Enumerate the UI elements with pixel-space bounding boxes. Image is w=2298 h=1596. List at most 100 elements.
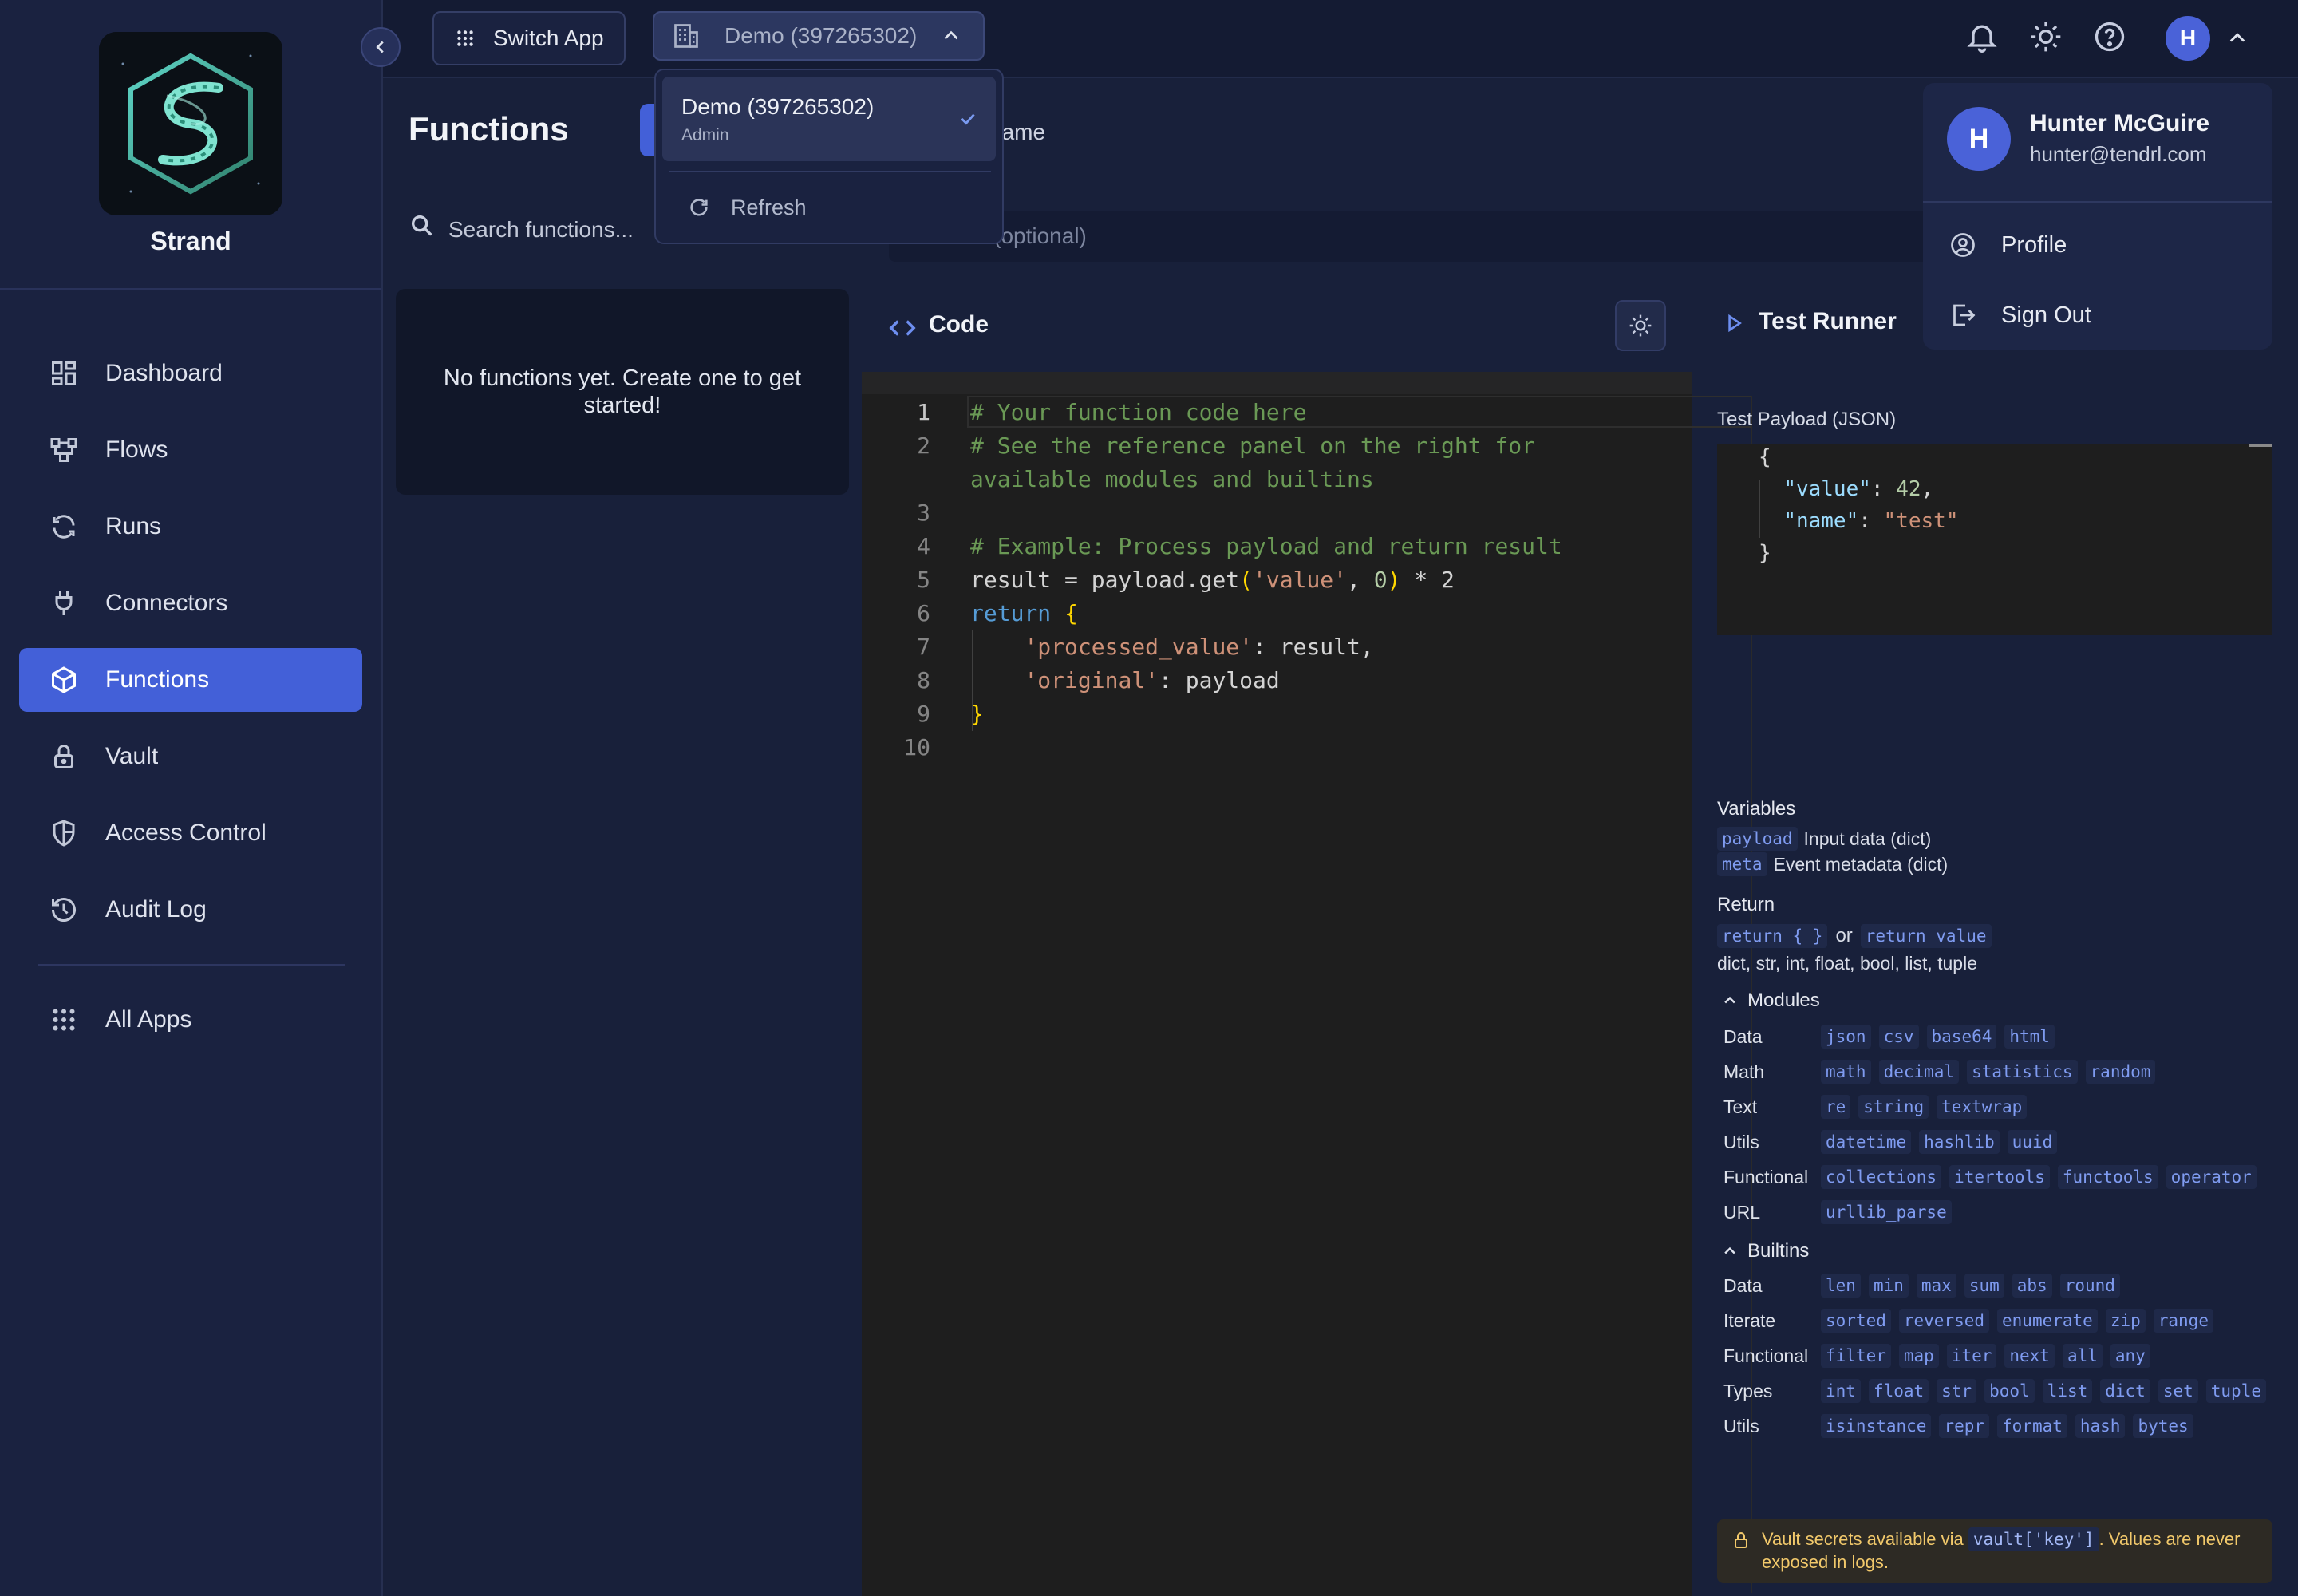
- sun-icon: [1629, 314, 1652, 337]
- reference-row-label: Iterate: [1724, 1310, 1776, 1331]
- reference-token: json: [1821, 1025, 1871, 1049]
- org-selector[interactable]: Demo (397265302): [653, 11, 985, 61]
- switch-app-button[interactable]: Switch App: [432, 11, 626, 65]
- sidebar-divider: [38, 964, 345, 966]
- reference-row: Data len min max sum abs round: [1724, 1274, 2276, 1298]
- payload-editor[interactable]: { "value": 42, "name": "test" }: [1717, 444, 2272, 635]
- history-icon: [52, 898, 76, 922]
- builtins-toggle[interactable]: Builtins: [1722, 1240, 1809, 1262]
- sidebar-item-vault[interactable]: Vault: [19, 725, 362, 788]
- builtins-title: Builtins: [1747, 1240, 1810, 1262]
- indent-guide: [972, 630, 973, 731]
- reference-token: int: [1821, 1379, 1861, 1403]
- grid-icon: [457, 30, 473, 46]
- reference-token: random: [2085, 1060, 2156, 1084]
- reference-token: uuid: [2007, 1130, 2058, 1154]
- reference-row-label: Math: [1724, 1061, 1765, 1082]
- avatar: H: [1947, 107, 2011, 171]
- return-token: return { }: [1717, 924, 1828, 948]
- line-number: 7: [917, 634, 930, 660]
- sidebar-item-runs[interactable]: Runs: [19, 495, 362, 559]
- variable-row: payload Input data (dict): [1717, 827, 1931, 851]
- payload-label: Test Payload (JSON): [1717, 409, 1897, 430]
- search-input[interactable]: [447, 203, 657, 257]
- reference-token: html: [2004, 1025, 2055, 1049]
- editor-top-strip: [862, 372, 1692, 394]
- dashboard-icon: [52, 361, 76, 385]
- reference-token: bool: [1984, 1379, 2035, 1403]
- reference-token: sorted: [1821, 1309, 1891, 1333]
- grid-icon: [53, 1009, 75, 1031]
- help-icon[interactable]: [2092, 19, 2127, 54]
- sidebar-divider: [0, 288, 381, 290]
- line-number: 5: [917, 567, 930, 593]
- user-avatar-button[interactable]: H: [2166, 16, 2210, 61]
- reference-token: iter: [1946, 1344, 1997, 1368]
- org-dropdown: Demo (397265302) Admin Refresh: [654, 69, 1004, 244]
- refresh-button[interactable]: Refresh: [662, 182, 996, 233]
- payload-scrollbar[interactable]: [2249, 444, 2272, 447]
- empty-state-card: No functions yet. Create one to get star…: [396, 289, 849, 495]
- code-editor[interactable]: 1 2 3 4 5 6 7 8 9 10 # Your function cod…: [862, 372, 1752, 1596]
- profile-menu-item[interactable]: Profile: [1923, 217, 2272, 273]
- reference-token: format: [1997, 1414, 2067, 1438]
- reference-row-label: Text: [1724, 1096, 1758, 1117]
- sidebar-item-dashboard[interactable]: Dashboard: [19, 342, 362, 405]
- code-line: available modules and builtins: [970, 466, 1374, 492]
- sidebar-item-access-control[interactable]: Access Control: [19, 801, 362, 865]
- reference-row-label: Utils: [1724, 1131, 1759, 1152]
- user-circle-icon: [1951, 233, 1975, 257]
- sun-icon[interactable]: [2028, 19, 2063, 54]
- reference-token: round: [2059, 1274, 2120, 1298]
- collapse-sidebar-button[interactable]: [361, 27, 401, 67]
- sidebar-item-flows[interactable]: Flows: [19, 418, 362, 482]
- sidebar-item-label: Vault: [105, 743, 159, 769]
- payload-line: }: [1759, 541, 1771, 565]
- chevron-up-icon: [1724, 1246, 1735, 1254]
- reference-row: Utils isinstance repr format hash bytes: [1724, 1414, 2276, 1438]
- chevron-up-icon[interactable]: [2226, 27, 2249, 49]
- reference-row: Iterate sorted reversed enumerate zip range: [1724, 1309, 2276, 1333]
- reference-row: Types int float str bool list dict set tuple: [1724, 1379, 2276, 1403]
- variable-token: payload: [1717, 827, 1798, 851]
- user-menu: H Hunter McGuire hunter@tendrl.com Profi…: [1923, 83, 2272, 350]
- sign-out-icon: [1953, 304, 1976, 326]
- reference-row-label: Types: [1724, 1380, 1773, 1401]
- check-icon: [961, 113, 975, 125]
- editor-theme-button[interactable]: [1615, 300, 1666, 351]
- modules-toggle[interactable]: Modules: [1722, 990, 1820, 1012]
- reference-token: math: [1821, 1060, 1871, 1084]
- reference-token: list: [2042, 1379, 2093, 1403]
- reference-token: string: [1858, 1095, 1929, 1119]
- reference-row: Data json csv base64 html: [1724, 1025, 2276, 1049]
- sidebar-item-functions[interactable]: Functions: [19, 648, 362, 712]
- sidebar-item-all-apps[interactable]: All Apps: [19, 988, 362, 1052]
- line-number: 6: [917, 600, 930, 626]
- reference-row-label: Data: [1724, 1274, 1763, 1296]
- description-input[interactable]: [889, 211, 2022, 262]
- reference-row-label: Utils: [1724, 1415, 1759, 1436]
- bell-icon[interactable]: [1964, 19, 2000, 54]
- reference-token: hashlib: [1919, 1130, 2000, 1154]
- reference-token: bytes: [2133, 1414, 2193, 1438]
- code-line: # Example: Process payload and return re…: [970, 533, 1562, 559]
- variable-desc: Input data (dict): [1803, 828, 1932, 849]
- sidebar-item-audit-log[interactable]: Audit Log: [19, 878, 362, 942]
- sign-out-menu-item[interactable]: Sign Out: [1923, 287, 2272, 343]
- return-or: or: [1835, 925, 1853, 946]
- reference-token: set: [2158, 1379, 2198, 1403]
- reference-token: tuple: [2205, 1379, 2266, 1403]
- org-option[interactable]: Demo (397265302) Admin: [662, 77, 996, 161]
- org-option-role: Admin: [681, 126, 729, 144]
- sidebar-item-connectors[interactable]: Connectors: [19, 571, 362, 635]
- reference-token: len: [1821, 1274, 1861, 1298]
- org-selected-label: Demo (397265302): [725, 23, 918, 48]
- reference-token: map: [1898, 1344, 1939, 1368]
- cube-icon: [52, 666, 76, 693]
- return-title: Return: [1717, 894, 1775, 915]
- reference-token: enumerate: [1997, 1309, 2098, 1333]
- reference-token: all: [2062, 1344, 2103, 1368]
- user-email: hunter@tendrl.com: [2030, 142, 2207, 166]
- strand-logo[interactable]: [99, 32, 282, 215]
- code-line: # See the reference panel on the right f…: [970, 433, 1536, 459]
